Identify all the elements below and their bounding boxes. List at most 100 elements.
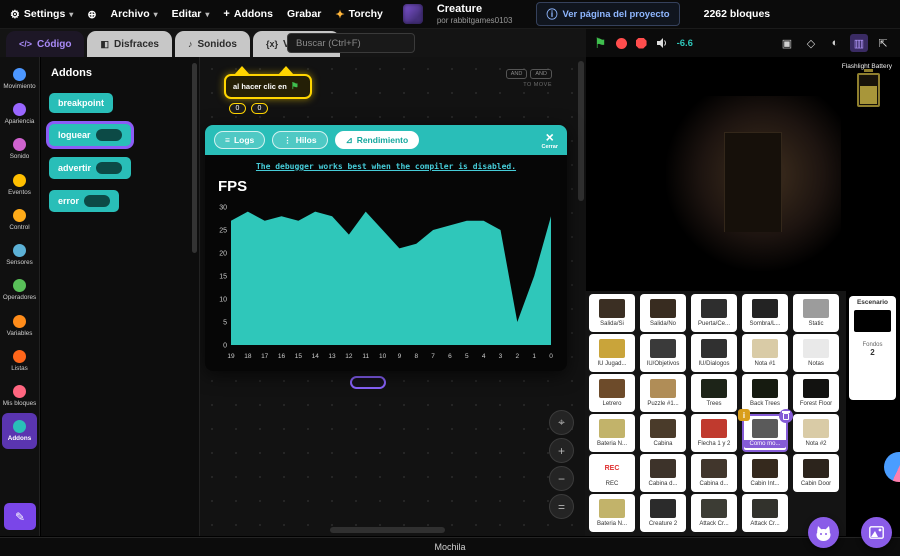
zoom-in-button[interactable]: +	[549, 438, 574, 463]
sprite-tile[interactable]: Cabina	[640, 414, 686, 452]
category-sonido[interactable]: Sonido	[2, 131, 37, 166]
sprite-tile[interactable]: Back Trees	[742, 374, 788, 412]
sprite-tile[interactable]: Puerta/Ce...	[691, 294, 737, 332]
sprite-tile[interactable]: Salida/No	[640, 294, 686, 332]
sprite-tile[interactable]: Nota #2	[793, 414, 839, 452]
sprite-tile[interactable]: IU/Objetivos	[640, 334, 686, 372]
torchy-menu[interactable]: ✦ Torchy	[335, 8, 382, 21]
compiler-notice-link[interactable]: The debugger works best when the compile…	[205, 162, 567, 171]
sprite-tile[interactable]: Notas	[793, 334, 839, 372]
tab-disfraces[interactable]: ◧ Disfraces	[87, 31, 172, 57]
category-addons[interactable]: Addons	[2, 413, 37, 449]
view-project-label: Ver página del proyecto	[562, 8, 670, 20]
sprite-tile[interactable]: IU/Dialogos	[691, 334, 737, 372]
category-listas[interactable]: Listas	[2, 343, 37, 378]
category-apariencia[interactable]: Apariencia	[2, 96, 37, 131]
zoom-reset-button[interactable]: =	[549, 494, 574, 519]
category-control[interactable]: Control	[2, 202, 37, 237]
sprite-tile[interactable]: Letrero	[589, 374, 635, 412]
sprite-tile[interactable]: Bateria N...	[589, 494, 635, 532]
close-debugger-button[interactable]: × Cerrar	[541, 130, 558, 151]
cat-ear-icon	[234, 66, 250, 75]
block-input-slot[interactable]	[96, 162, 123, 174]
language-menu[interactable]: ⊕	[87, 8, 96, 21]
hidden-block-pill[interactable]	[350, 376, 386, 389]
volume-icon[interactable]	[656, 37, 668, 49]
stop-icon[interactable]	[635, 37, 647, 49]
fullscreen-icon[interactable]: ⇱	[874, 34, 892, 52]
addon-corner-button[interactable]: ✎	[4, 503, 36, 530]
category-eventos[interactable]: Eventos	[2, 167, 37, 202]
sprite-tile[interactable]: REC REC	[589, 454, 635, 492]
debugger-tab-hilos[interactable]: ⋮ Hilos	[272, 131, 328, 149]
zoom-out-button[interactable]: −	[549, 466, 574, 491]
record-menu[interactable]: Grabar	[287, 8, 321, 20]
sprite-name: Puzzle #1...	[647, 401, 679, 407]
block-input[interactable]: 0	[229, 103, 246, 114]
palette-scrollbar[interactable]	[192, 63, 197, 253]
view-project-page-button[interactable]: ⓘ Ver página del proyecto	[536, 2, 680, 26]
add-backdrop-button[interactable]	[861, 517, 892, 548]
sprite-tile[interactable]: Trees	[691, 374, 737, 412]
sprite-tile[interactable]: Cabina d...	[691, 454, 737, 492]
sprite-tile[interactable]: Nota #1	[742, 334, 788, 372]
tab-sonidos[interactable]: ♪ Sonidos	[175, 31, 250, 57]
block-input-slot[interactable]	[84, 195, 111, 207]
tab-código[interactable]: </> Código	[6, 31, 85, 57]
sprite-tile[interactable]: Salida/Si	[589, 294, 635, 332]
small-stage-toggle-icon[interactable]: ▥	[850, 34, 868, 52]
settings-menu[interactable]: ⚙ Settings ▾	[10, 8, 73, 21]
debugger-tab-logs[interactable]: ≡ Logs	[214, 131, 266, 149]
sprite-tile[interactable]: Bateria N...	[589, 414, 635, 452]
category-sensores[interactable]: Sensores	[2, 237, 37, 272]
sprite-tile[interactable]: Flecha 1 y 2	[691, 414, 737, 452]
when-flag-clicked-block[interactable]: al hacer clic en ⚑ 0 0	[224, 66, 312, 114]
sprite-tile[interactable]: Forest Floor	[793, 374, 839, 412]
edit-menu[interactable]: Editar ▾	[172, 8, 210, 20]
sprite-tile[interactable]: Cabin Door	[793, 454, 839, 492]
code-workspace[interactable]: al hacer clic en ⚑ 0 0 AND AND TO MOVE ≡…	[200, 57, 586, 536]
green-flag-icon[interactable]: ⚑	[594, 36, 607, 50]
sprite-image	[650, 458, 676, 478]
workspace-vertical-scrollbar[interactable]	[578, 61, 584, 201]
block-input-slot[interactable]	[95, 129, 122, 141]
add-sprite-button[interactable]	[808, 517, 839, 548]
backpack-bar[interactable]: Mochila	[0, 537, 900, 556]
delete-sprite-button[interactable]	[779, 409, 793, 423]
addons-menu[interactable]: + Addons	[223, 8, 273, 20]
screenshot-icon[interactable]: ▣	[778, 34, 796, 52]
palette-block-error[interactable]: error	[49, 190, 120, 212]
clone-counter-icon[interactable]: ◇	[802, 34, 820, 52]
locate-button[interactable]: ⌖	[549, 410, 574, 435]
debugger-tab-rendimiento[interactable]: ⊿ Rendimiento	[334, 131, 420, 149]
addon-floating-button[interactable]	[884, 452, 900, 482]
sprite-tile[interactable]: IU Jugad...	[589, 334, 635, 372]
block-search-input[interactable]	[287, 33, 415, 53]
sprite-tile[interactable]: Attack Cr...	[691, 494, 737, 532]
category-mis-bloques[interactable]: Mis bloques	[2, 378, 37, 413]
dark-mode-icon[interactable]: ◐	[826, 34, 844, 52]
sprite-tile[interactable]: Creature 2	[640, 494, 686, 532]
pause-button[interactable]	[615, 37, 627, 49]
stage-viewport[interactable]: Flashlight Battery	[586, 58, 900, 290]
category-variables[interactable]: Variables	[2, 308, 37, 343]
palette-block-advertir[interactable]: advertir	[49, 157, 132, 179]
sprite-tile[interactable]: Como mo... i	[738, 409, 793, 452]
block-input[interactable]: 0	[251, 103, 268, 114]
svg-text:0: 0	[549, 353, 553, 360]
category-movimiento[interactable]: Movimiento	[2, 61, 37, 96]
category-color-icon	[13, 68, 26, 81]
sprite-tile[interactable]: Cabin Int...	[742, 454, 788, 492]
sprite-tile[interactable]: Cabina d...	[640, 454, 686, 492]
stage-selector-card[interactable]: Escenario Fondos 2	[849, 296, 896, 400]
sprite-tile[interactable]: Static	[793, 294, 839, 332]
workspace-horizontal-scrollbar[interactable]	[330, 527, 445, 533]
sprite-tile[interactable]: Puzzle #1...	[640, 374, 686, 412]
palette-block-breakpoint[interactable]: breakpoint	[49, 93, 114, 113]
sprite-tile[interactable]: Attack Cr...	[742, 494, 788, 532]
sprite-tile[interactable]: Sombra/L...	[742, 294, 788, 332]
palette-block-loguear[interactable]: loguear	[49, 124, 131, 146]
sprite-info-badge[interactable]: i	[738, 409, 750, 421]
category-operadores[interactable]: Operadores	[2, 272, 37, 307]
file-menu[interactable]: Archivo ▾	[111, 8, 158, 20]
